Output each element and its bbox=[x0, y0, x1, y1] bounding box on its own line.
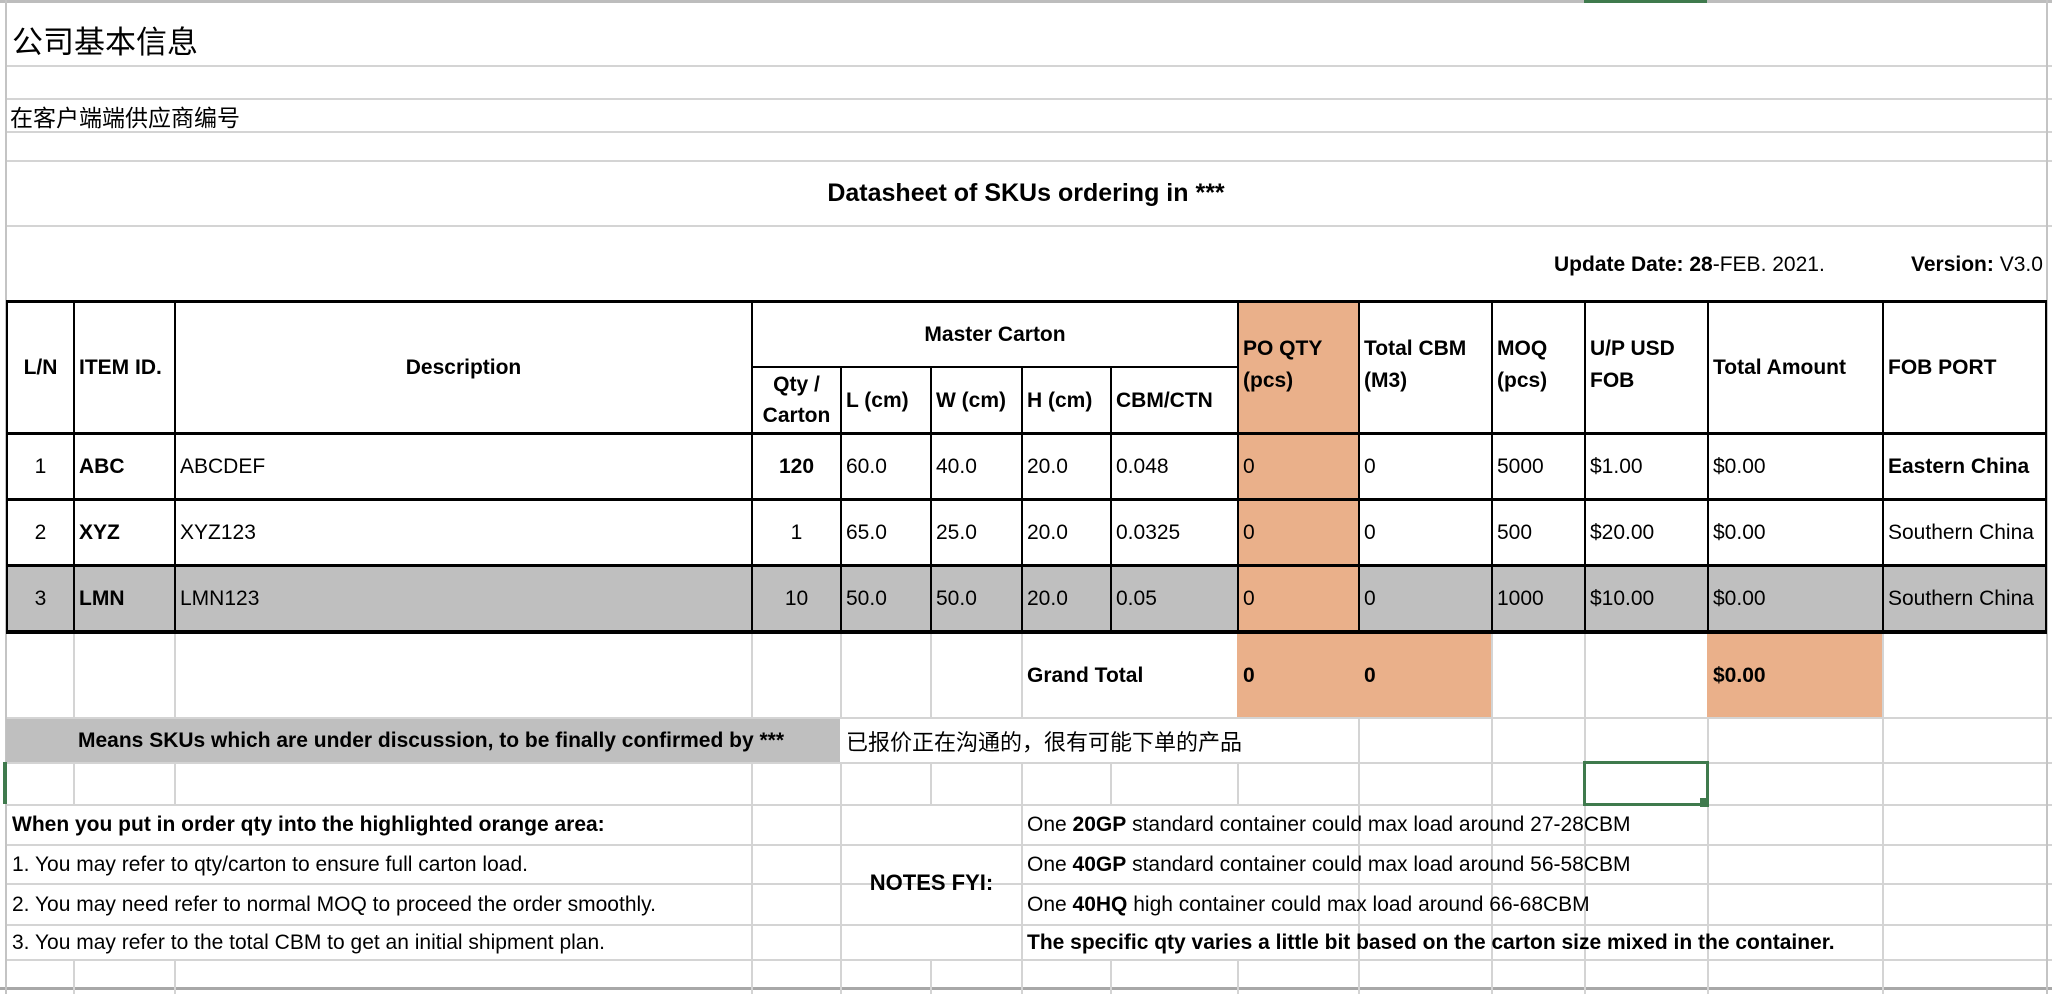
selected-cell[interactable] bbox=[1583, 761, 1709, 806]
header-l-cm[interactable]: L (cm) bbox=[842, 368, 930, 433]
header-unit-price[interactable]: U/P USD FOB bbox=[1586, 303, 1696, 433]
fill-handle[interactable] bbox=[1700, 798, 1709, 807]
cell-po-qty[interactable]: 0 bbox=[1239, 435, 1358, 498]
container-note[interactable]: One 40GP standard container could max lo… bbox=[1023, 846, 1635, 883]
container-note[interactable]: One 40HQ high container could max load a… bbox=[1023, 885, 1594, 924]
cell-description[interactable]: ABCDEF bbox=[176, 435, 751, 498]
header-fob-port[interactable]: FOB PORT bbox=[1884, 303, 2045, 433]
cell-unit-price[interactable]: $10.00 bbox=[1586, 567, 1707, 630]
header-total-amount[interactable]: Total Amount bbox=[1709, 303, 1882, 433]
instruction-item-2[interactable]: 2. You may need refer to normal MOQ to p… bbox=[8, 885, 660, 924]
notes-label[interactable]: NOTES FYI: bbox=[842, 806, 1021, 959]
row-header-highlight bbox=[3, 762, 7, 804]
header-po-qty[interactable]: PO QTY (pcs) bbox=[1239, 303, 1349, 433]
container-note-prefix: One bbox=[1027, 892, 1073, 916]
header-master-carton[interactable]: Master Carton bbox=[753, 303, 1237, 366]
cell-h[interactable]: 20.0 bbox=[1023, 501, 1110, 564]
cell-ln[interactable]: 2 bbox=[8, 501, 73, 564]
cell-fob-port[interactable]: Southern China bbox=[1884, 567, 2045, 630]
cell-l[interactable]: 60.0 bbox=[842, 435, 930, 498]
cell-cbm-ctn[interactable]: 0.048 bbox=[1112, 435, 1237, 498]
cell-moq[interactable]: 500 bbox=[1493, 501, 1584, 564]
instruction-item-1[interactable]: 1. You may refer to qty/carton to ensure… bbox=[8, 846, 532, 883]
container-note-suffix: standard container could max load around… bbox=[1126, 813, 1631, 836]
container-type: 40GP bbox=[1072, 852, 1127, 876]
cell-fob-port[interactable]: Eastern China bbox=[1884, 435, 2045, 498]
company-info-label[interactable]: 公司基本信息 bbox=[8, 14, 202, 64]
header-w-cm[interactable]: W (cm) bbox=[932, 368, 1021, 433]
grand-total-label[interactable]: Grand Total bbox=[1023, 634, 1147, 717]
header-moq[interactable]: MOQ (pcs) bbox=[1493, 303, 1573, 433]
cell-ln[interactable]: 3 bbox=[8, 567, 73, 630]
notes-footnote[interactable]: The specific qty varies a little bit bas… bbox=[1023, 926, 1839, 959]
header-description[interactable]: Description bbox=[176, 303, 751, 433]
grand-total-amount[interactable]: $0.00 bbox=[1709, 634, 1770, 717]
header-ln[interactable]: L/N bbox=[8, 303, 73, 433]
cell-h[interactable]: 20.0 bbox=[1023, 435, 1110, 498]
cell-cbm-ctn[interactable]: 0.05 bbox=[1112, 567, 1237, 630]
cell-item-id[interactable]: XYZ bbox=[75, 501, 174, 564]
update-date-day: 28 bbox=[1689, 253, 1713, 276]
cell-l[interactable]: 50.0 bbox=[842, 567, 930, 630]
cell-unit-price[interactable]: $20.00 bbox=[1586, 501, 1707, 564]
update-date-rest: -FEB. 2021. bbox=[1712, 253, 1825, 276]
cell-fob-port[interactable]: Southern China bbox=[1884, 501, 2045, 564]
cell-total-cbm[interactable]: 0 bbox=[1360, 435, 1491, 498]
cell-total-cbm[interactable]: 0 bbox=[1360, 501, 1491, 564]
container-note-prefix: One bbox=[1027, 852, 1073, 876]
container-note-suffix: standard container could max load around… bbox=[1126, 852, 1631, 876]
cell-unit-price[interactable]: $1.00 bbox=[1586, 435, 1707, 498]
cell-total-amount[interactable]: $0.00 bbox=[1709, 435, 1882, 498]
container-note-suffix: high container could max load around 66-… bbox=[1127, 892, 1590, 916]
instruction-item-3[interactable]: 3. You may refer to the total CBM to get… bbox=[8, 926, 609, 959]
grand-total-po-qty[interactable]: 0 bbox=[1239, 634, 1259, 717]
cell-total-cbm[interactable]: 0 bbox=[1360, 567, 1491, 630]
cell-qty-carton[interactable]: 1 bbox=[753, 501, 840, 564]
cell-description[interactable]: LMN123 bbox=[176, 567, 751, 630]
cell-item-id[interactable]: ABC bbox=[75, 435, 174, 498]
cell-moq[interactable]: 1000 bbox=[1493, 567, 1584, 630]
cell-qty-carton[interactable]: 120 bbox=[753, 435, 840, 498]
cell-w[interactable]: 40.0 bbox=[932, 435, 1021, 498]
instructions-heading[interactable]: When you put in order qty into the highl… bbox=[8, 806, 609, 844]
header-h-cm[interactable]: H (cm) bbox=[1023, 368, 1110, 433]
version-label: Version: bbox=[1911, 253, 1994, 276]
header-item-id[interactable]: ITEM ID. bbox=[75, 303, 174, 433]
legend-chinese[interactable]: 已报价正在沟通的，很有可能下单的产品 bbox=[842, 719, 1246, 762]
cell-po-qty[interactable]: 0 bbox=[1239, 501, 1358, 564]
column-header-highlight bbox=[1584, 0, 1707, 3]
cell-w[interactable]: 50.0 bbox=[932, 567, 1021, 630]
cell-ln[interactable]: 1 bbox=[8, 435, 73, 498]
update-date[interactable]: Update Date: 28 -FEB. 2021. bbox=[1550, 235, 1829, 295]
grand-total-cbm[interactable]: 0 bbox=[1360, 634, 1380, 717]
legend-english[interactable]: Means SKUs which are under discussion, t… bbox=[74, 719, 788, 762]
version[interactable]: Version: V3.0 bbox=[1907, 235, 2047, 295]
header-cbm-ctn[interactable]: CBM/CTN bbox=[1112, 368, 1237, 433]
version-value: V3.0 bbox=[1999, 253, 2043, 276]
cell-w[interactable]: 25.0 bbox=[932, 501, 1021, 564]
container-note[interactable]: One 20GP standard container could max lo… bbox=[1023, 806, 1635, 844]
cell-total-amount[interactable]: $0.00 bbox=[1709, 501, 1882, 564]
container-type: 40HQ bbox=[1072, 892, 1128, 916]
cell-moq[interactable]: 5000 bbox=[1493, 435, 1584, 498]
sheet-title[interactable]: Datasheet of SKUs ordering in *** bbox=[751, 162, 1301, 225]
update-date-label: Update Date: bbox=[1554, 253, 1684, 276]
header-total-cbm[interactable]: Total CBM (M3) bbox=[1360, 303, 1485, 433]
cell-description[interactable]: XYZ123 bbox=[176, 501, 751, 564]
cell-po-qty[interactable]: 0 bbox=[1239, 567, 1358, 630]
cell-total-amount[interactable]: $0.00 bbox=[1709, 567, 1882, 630]
cell-l[interactable]: 65.0 bbox=[842, 501, 930, 564]
container-type: 20GP bbox=[1072, 813, 1127, 836]
cell-item-id[interactable]: LMN bbox=[75, 567, 174, 630]
cell-cbm-ctn[interactable]: 0.0325 bbox=[1112, 501, 1237, 564]
supplier-code-label[interactable]: 在客户端端供应商编号 bbox=[6, 100, 244, 131]
cell-qty-carton[interactable]: 10 bbox=[753, 567, 840, 630]
cell-h[interactable]: 20.0 bbox=[1023, 567, 1110, 630]
container-note-prefix: One bbox=[1027, 813, 1073, 836]
header-qty-carton[interactable]: Qty / Carton bbox=[753, 368, 840, 433]
